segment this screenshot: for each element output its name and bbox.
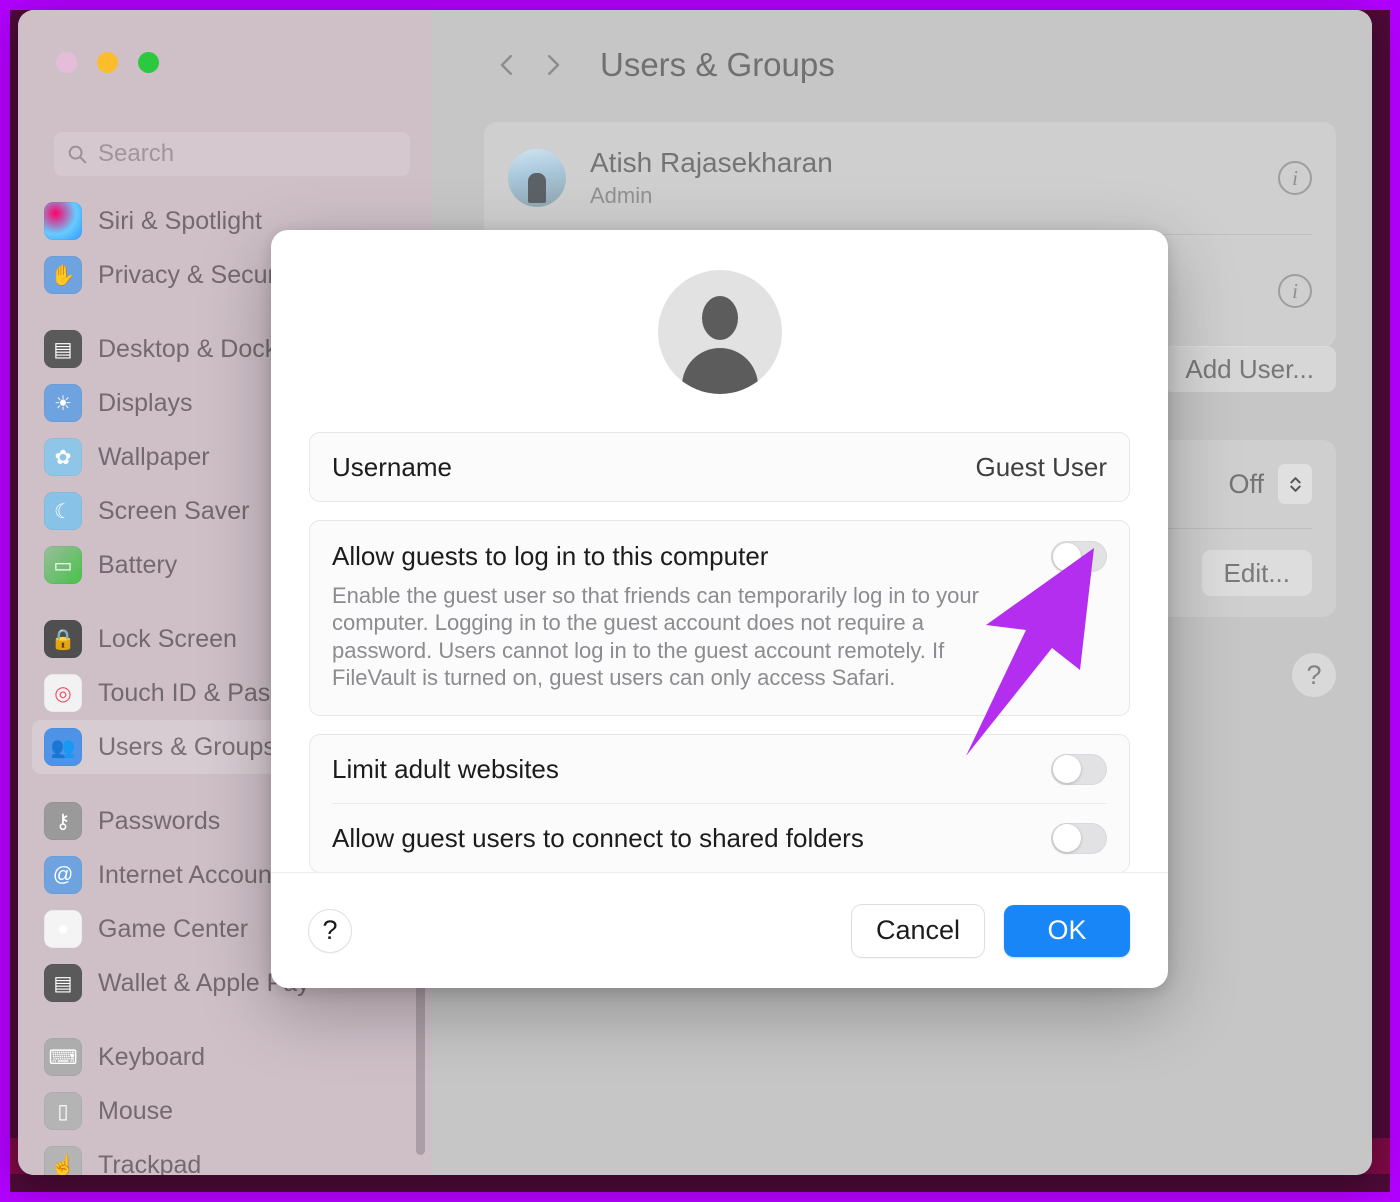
dialog-help-button[interactable]: ? [309, 909, 351, 952]
lock-icon: 🔒 [44, 620, 82, 658]
sidebar-item-label: Lock Screen [98, 624, 237, 653]
user-meta: Atish Rajasekharan Admin [590, 147, 833, 209]
allow-guests-description: Enable the guest user so that friends ca… [332, 583, 979, 690]
toolbar: Users & Groups [432, 10, 1372, 120]
automatic-login-select[interactable]: Off [1228, 464, 1312, 504]
limit-adult-websites-toggle[interactable] [1051, 753, 1107, 785]
ok-button[interactable]: OK [1004, 904, 1130, 957]
username-label: Username [332, 451, 452, 482]
user-role: Admin [590, 183, 653, 208]
sidebar-item-label: Desktop & Dock [98, 334, 278, 363]
sidebar-item-label: Battery [98, 550, 178, 579]
chevron-right-icon [548, 55, 560, 75]
sidebar-item-keyboard[interactable]: ⌨ Keyboard [32, 1030, 418, 1084]
traffic-lights [56, 52, 159, 73]
search-icon [68, 145, 87, 164]
avatar-head-shape [701, 296, 738, 340]
guest-options-card: Limit adult websites Allow guest users t… [309, 734, 1130, 874]
at-sign-icon: @ [44, 856, 82, 894]
add-user-button[interactable]: Add User... [1163, 346, 1336, 392]
help-button[interactable]: ? [1292, 653, 1336, 697]
user-name: Atish Rajasekharan [590, 147, 833, 178]
flower-icon: ✿ [44, 438, 82, 476]
game-center-icon: ● [44, 910, 82, 948]
sidebar-item-label: Game Center [98, 914, 249, 943]
cancel-button[interactable]: Cancel [851, 904, 984, 957]
toggle-knob [1052, 824, 1081, 853]
edit-button[interactable]: Edit... [1201, 550, 1312, 596]
chevron-updown-icon [1278, 464, 1312, 504]
keyboard-icon: ⌨ [44, 1038, 82, 1076]
mouse-icon: ▯ [44, 1092, 82, 1130]
sidebar-group-4: ⌨ Keyboard ▯ Mouse ☝ Trackpad [18, 1026, 432, 1175]
desktop-dock-icon: ▤ [44, 330, 82, 368]
dialog-actions: Cancel OK [851, 904, 1130, 957]
zoom-window-button[interactable] [138, 52, 159, 73]
search-field[interactable]: Search [54, 132, 410, 176]
minimize-window-button[interactable] [97, 52, 118, 73]
battery-icon: ▭ [44, 546, 82, 584]
close-window-button[interactable] [56, 52, 77, 73]
page-title: Users & Groups [600, 46, 835, 83]
shared-folders-row: Allow guest users to connect to shared f… [310, 804, 1129, 872]
siri-icon [44, 202, 82, 240]
allow-guests-toggle[interactable] [1051, 541, 1107, 572]
username-value: Guest User [975, 451, 1108, 482]
wallet-icon: ▤ [44, 964, 82, 1002]
sidebar-item-label: Trackpad [98, 1150, 202, 1176]
screen-saver-icon: ☾ [44, 492, 82, 530]
annotated-screenshot: Search Siri & Spotlight ✋ Privacy & Securi… [0, 0, 1400, 1202]
dialog-footer: ? Cancel OK [271, 872, 1168, 988]
limit-adult-websites-label: Limit adult websites [332, 753, 559, 784]
sidebar-item-label: Siri & Spotlight [98, 206, 262, 235]
guest-user-dialog: Username Guest User Allow guests to log … [271, 230, 1168, 988]
sidebar-item-label: Wallpaper [98, 442, 210, 471]
chevron-left-icon [500, 55, 512, 75]
allow-guests-texts: Allow guests to log in to this computer … [332, 541, 1051, 691]
allow-guests-card: Allow guests to log in to this computer … [309, 520, 1130, 717]
sidebar-item-label: Keyboard [98, 1042, 206, 1071]
shared-folders-label: Allow guest users to connect to shared f… [332, 822, 864, 853]
shared-folders-toggle[interactable] [1051, 822, 1107, 854]
fingerprint-icon: ◎ [44, 674, 82, 712]
username-card: Username Guest User [309, 432, 1130, 502]
user-row-admin[interactable]: Atish Rajasekharan Admin i [484, 122, 1336, 234]
search-placeholder: Search [98, 140, 175, 167]
limit-adult-websites-row: Limit adult websites [310, 735, 1129, 803]
allow-guests-title: Allow guests to log in to this computer [332, 541, 769, 571]
username-row: Username Guest User [310, 433, 1129, 501]
hand-icon: ✋ [44, 256, 82, 294]
sidebar-item-label: Mouse [98, 1096, 174, 1125]
users-icon: 👥 [44, 728, 82, 766]
info-icon[interactable]: i [1278, 274, 1312, 308]
forward-button[interactable] [530, 42, 576, 88]
info-icon[interactable]: i [1278, 161, 1312, 195]
toggle-knob [1052, 755, 1081, 784]
system-settings-window: Search Siri & Spotlight ✋ Privacy & Securi… [18, 10, 1372, 1175]
avatar [508, 149, 566, 207]
sidebar-item-mouse[interactable]: ▯ Mouse [32, 1084, 418, 1138]
dialog-body: Username Guest User Allow guests to log … [271, 230, 1168, 874]
avatar-body-shape [681, 348, 758, 394]
toggle-knob [1052, 542, 1081, 571]
sidebar-item-trackpad[interactable]: ☝ Trackpad [32, 1138, 418, 1175]
sidebar-item-label: Internet Accounts [98, 860, 292, 889]
key-icon: ⚷ [44, 802, 82, 840]
trackpad-icon: ☝ [44, 1146, 82, 1175]
sidebar-item-label: Passwords [98, 806, 221, 835]
guest-user-avatar-icon[interactable] [657, 270, 782, 394]
brightness-icon: ☀ [44, 384, 82, 422]
sidebar-item-label: Users & Groups [98, 732, 276, 761]
sidebar-item-label: Displays [98, 388, 193, 417]
allow-guests-row: Allow guests to log in to this computer … [310, 521, 1129, 715]
automatic-login-value: Off [1228, 468, 1264, 499]
back-button[interactable] [484, 42, 530, 88]
sidebar-item-label: Screen Saver [98, 496, 250, 525]
